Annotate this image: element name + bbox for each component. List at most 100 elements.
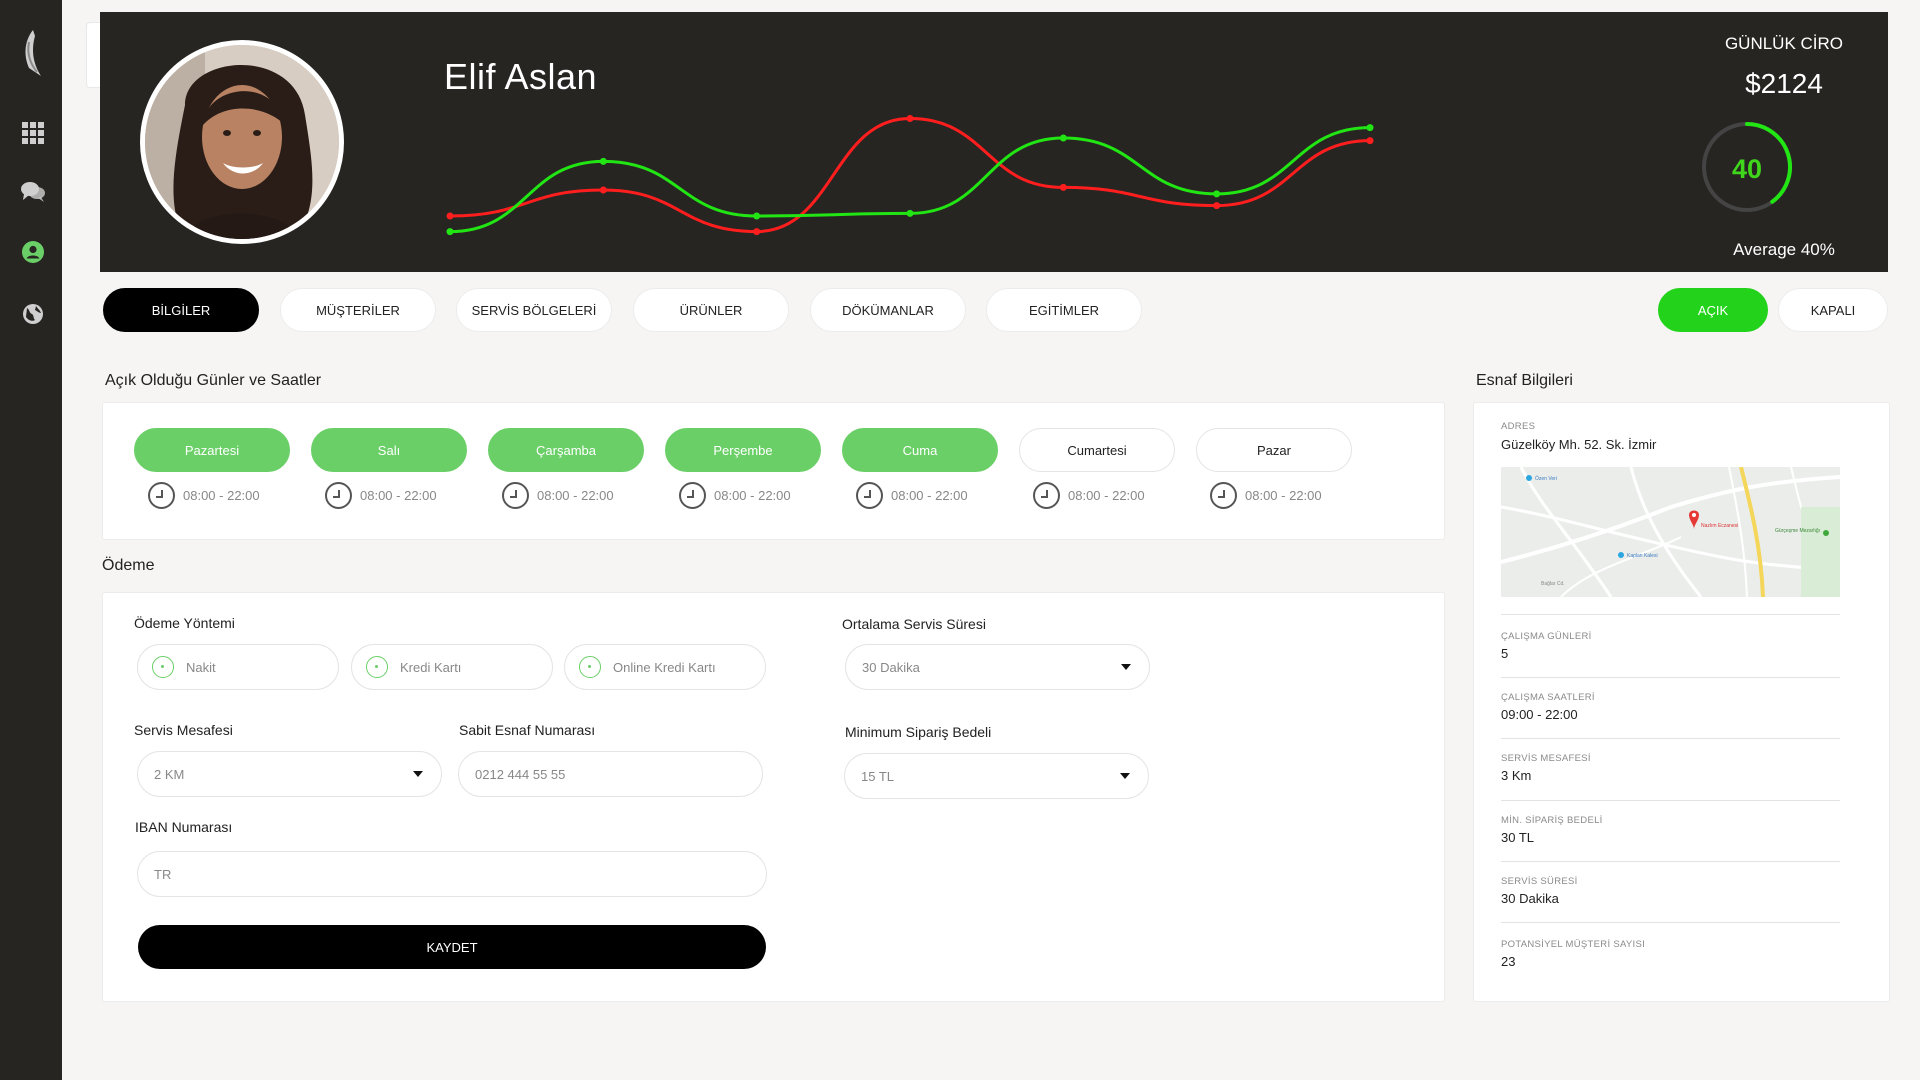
time-range: 08:00 - 22:00 [1245, 488, 1322, 503]
tab-servis-bolgeleri[interactable]: SERVİS BÖLGELERİ [456, 288, 612, 332]
map-label: Kaplan Kalesi [1627, 553, 1658, 559]
status-open-button[interactable]: AÇIK [1658, 288, 1768, 332]
user-circle-icon[interactable] [21, 240, 45, 264]
select-value: 30 Dakika [862, 659, 920, 675]
tab-musteriler[interactable]: MÜŞTERİLER [280, 288, 436, 332]
clock-icon [1033, 482, 1060, 509]
phone-label: Sabit Esnaf Numarası [459, 722, 596, 738]
day-sali[interactable]: Salı [311, 428, 467, 472]
revenue-title: GÜNLÜK CİRO [1724, 34, 1844, 53]
info-label: ÇALIŞMA GÜNLERİ [1501, 631, 1592, 642]
trend-point [906, 115, 914, 122]
apps-grid-icon[interactable] [21, 121, 45, 145]
service-time-select[interactable]: 30 Dakika [845, 644, 1150, 690]
day-time-pazartesi[interactable]: 08:00 - 22:00 [148, 482, 260, 509]
address-value: Güzelköy Mh. 52. Sk. İzmir [1501, 437, 1657, 452]
trend-point [1366, 124, 1374, 132]
info-value: 23 [1501, 954, 1516, 969]
info-label: ÇALIŞMA SAATLERİ [1501, 692, 1595, 703]
clock-icon [1210, 482, 1237, 509]
trend-point [446, 228, 454, 236]
time-range: 08:00 - 22:00 [714, 488, 791, 503]
revenue-average: Average 40% [1733, 240, 1835, 259]
service-distance-label: Servis Mesafesi [134, 722, 233, 738]
day-time-sali[interactable]: 08:00 - 22:00 [325, 482, 437, 509]
info-label: MİN. SİPARİŞ BEDELİ [1501, 815, 1603, 826]
day-time-cumartesi[interactable]: 08:00 - 22:00 [1033, 482, 1145, 509]
clock-icon [325, 482, 352, 509]
trend-point [1366, 137, 1374, 145]
day-cumartesi[interactable]: Cumartesi [1019, 428, 1175, 472]
time-range: 08:00 - 22:00 [183, 488, 260, 503]
trend-point [753, 212, 761, 220]
trend-chart [446, 115, 1374, 236]
map-label: Özen Veri [1535, 475, 1557, 482]
iban-input[interactable]: TR [137, 851, 767, 897]
clock-icon [502, 482, 529, 509]
payment-method-online-kredi-karti[interactable]: Online Kredi Kartı [564, 644, 766, 690]
radio-icon [579, 656, 601, 678]
min-order-label: Minimum Sipariş Bedeli [845, 724, 992, 740]
day-time-pazar[interactable]: 08:00 - 22:00 [1210, 482, 1322, 509]
tab-dokumanlar[interactable]: DÖKÜMANLAR [810, 288, 966, 332]
divider [1501, 800, 1840, 801]
clock-icon [148, 482, 175, 509]
radio-icon [366, 656, 388, 678]
tab-egitimler[interactable]: EGİTİMLER [986, 288, 1142, 332]
min-order-select[interactable]: 15 TL [844, 753, 1149, 799]
divider [1501, 738, 1840, 739]
trend-point [446, 212, 454, 220]
divider [1501, 614, 1840, 615]
map-label: Gürçeşme Mezarlığı [1775, 528, 1820, 534]
gauge-value: 40 [1731, 154, 1763, 184]
radio-label: Kredi Kartı [400, 659, 462, 675]
iban-label: IBAN Numarası [135, 819, 233, 835]
profile-header: Elif Aslan GÜNLÜK CİRO $2124 40 Average … [100, 12, 1888, 272]
hours-title: Açık Olduğu Günler ve Saatler [105, 372, 322, 389]
trend-point [906, 209, 914, 217]
tab-bilgiler[interactable]: BİLGİLER [103, 288, 259, 332]
trend-point [599, 157, 607, 165]
phone-input[interactable]: 0212 444 55 55 [458, 751, 763, 797]
info-value: 5 [1501, 646, 1509, 661]
tab-urunler[interactable]: ÜRÜNLER [633, 288, 789, 332]
save-button[interactable]: KAYDET [138, 925, 766, 969]
revenue-value: $2124 [1745, 68, 1823, 99]
select-value: 15 TL [861, 768, 895, 784]
status-closed-button[interactable]: KAPALI [1778, 288, 1888, 332]
trend-point [1059, 134, 1067, 142]
trend-point [1059, 183, 1067, 191]
service-distance-select[interactable]: 2 KM [137, 751, 442, 797]
day-persembe[interactable]: Perşembe [665, 428, 821, 472]
input-placeholder: TR [154, 866, 172, 882]
day-pazar[interactable]: Pazar [1196, 428, 1352, 472]
info-value: 30 TL [1501, 830, 1535, 845]
time-range: 08:00 - 22:00 [537, 488, 614, 503]
day-time-persembe[interactable]: 08:00 - 22:00 [679, 482, 791, 509]
clock-icon [856, 482, 883, 509]
logo-icon[interactable] [19, 28, 45, 78]
day-time-cuma[interactable]: 08:00 - 22:00 [856, 482, 968, 509]
location-map[interactable]: Özen Veri Nazlım Eczanesi Gürçeşme Mezar… [1501, 467, 1840, 597]
payment-method-nakit[interactable]: Nakit [137, 644, 339, 690]
day-cuma[interactable]: Cuma [842, 428, 998, 472]
trend-point [599, 186, 607, 194]
chat-bubbles-icon[interactable] [21, 180, 45, 204]
globe-icon[interactable] [21, 302, 45, 326]
input-placeholder: 0212 444 55 55 [475, 766, 566, 782]
time-range: 08:00 - 22:00 [360, 488, 437, 503]
map-poi-icon [1823, 530, 1829, 536]
trend-point [753, 228, 761, 236]
payment-method-label: Ödeme Yöntemi [134, 615, 235, 631]
radio-label: Online Kredi Kartı [613, 659, 716, 675]
day-carsamba[interactable]: Çarşamba [488, 428, 644, 472]
divider [1501, 677, 1840, 678]
clock-icon [679, 482, 706, 509]
payment-method-kredi-karti[interactable]: Kredi Kartı [351, 644, 553, 690]
select-value: 2 KM [154, 766, 185, 782]
trend-point [1213, 202, 1221, 210]
day-pazartesi[interactable]: Pazartesi [134, 428, 290, 472]
address-label: ADRES [1501, 421, 1536, 432]
info-label: SERVİS SÜRESİ [1501, 876, 1578, 887]
day-time-carsamba[interactable]: 08:00 - 22:00 [502, 482, 614, 509]
